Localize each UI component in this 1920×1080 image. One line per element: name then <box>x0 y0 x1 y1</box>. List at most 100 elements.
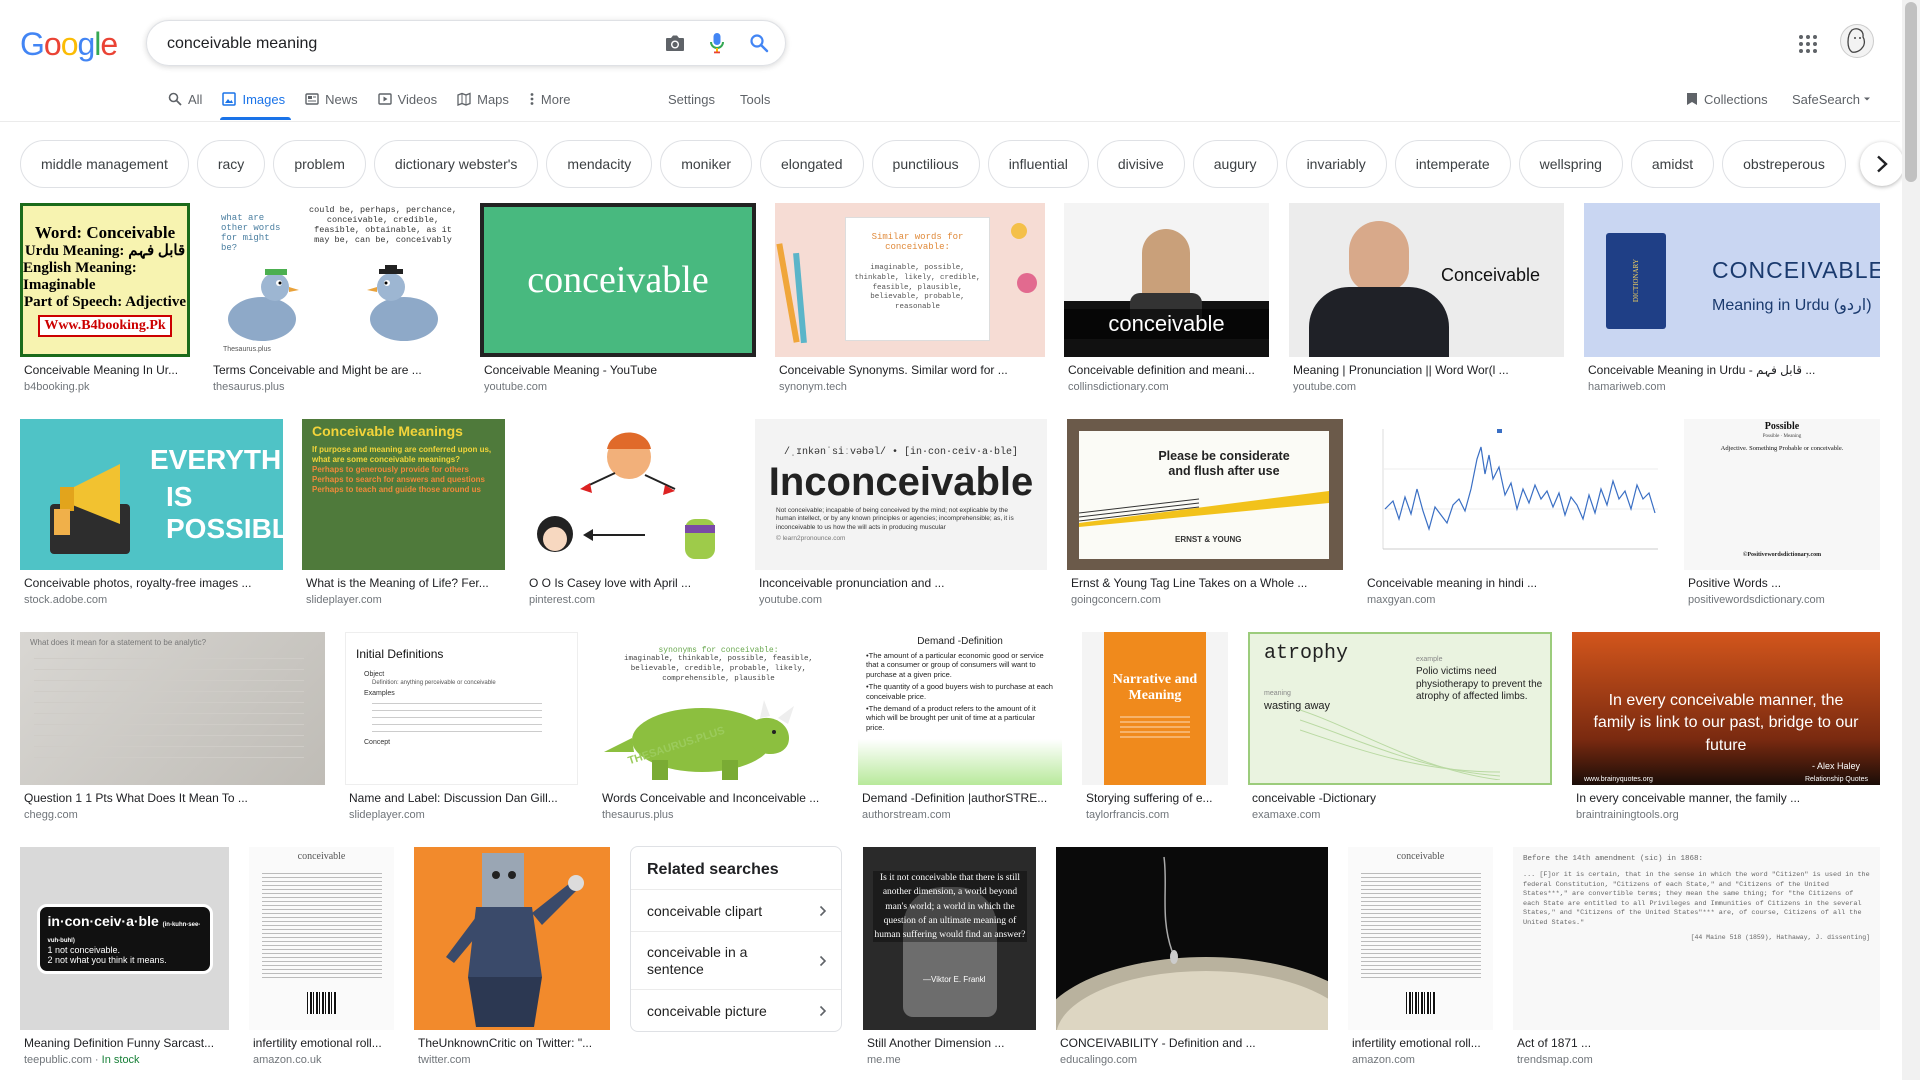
chip[interactable]: elongated <box>760 140 864 188</box>
tab-news[interactable]: News <box>297 88 370 120</box>
image-result[interactable]: what are other words for might be? could… <box>209 203 461 393</box>
result-title: Conceivable meaning in hindi ... <box>1367 576 1538 590</box>
image-result[interactable]: conceivable infertility emotional roll..… <box>1348 847 1493 1066</box>
related-search-item[interactable]: conceivable clipart <box>631 889 841 931</box>
image-result[interactable]: Please be considerate and flush after us… <box>1067 419 1343 606</box>
thumb-text: example <box>1416 656 1443 663</box>
image-result[interactable]: O O Is Casey love with April ... pintere… <box>525 419 736 606</box>
related-chips-row: middle management racy problem dictionar… <box>20 140 1880 188</box>
chip[interactable]: middle management <box>20 140 189 188</box>
related-search-item[interactable]: conceivable picture <box>631 989 841 1031</box>
image-result[interactable]: Before the 14th amendment (sic) in 1868:… <box>1513 847 1880 1066</box>
result-title: What is the Meaning of Life? Fer... <box>306 576 489 590</box>
image-result[interactable]: Conceivable Meaning | Pronunciation || W… <box>1289 203 1564 393</box>
google-logo[interactable]: Google <box>20 26 118 63</box>
chips-next-button[interactable] <box>1860 142 1904 186</box>
chip[interactable]: obstreperous <box>1722 140 1846 188</box>
tab-all[interactable]: All <box>160 88 214 120</box>
tab-more[interactable]: More <box>521 88 583 120</box>
image-result[interactable]: Demand -Definition •The amount of a part… <box>858 632 1062 821</box>
image-result[interactable]: atrophy meaning wasting away example Pol… <box>1248 632 1552 821</box>
thumb-text: CONCEIVABLE <box>1712 257 1880 283</box>
image-result[interactable]: What does it mean for a statement to be … <box>20 632 325 821</box>
chip[interactable]: invariably <box>1285 140 1387 188</box>
chip[interactable]: wellspring <box>1518 140 1623 188</box>
result-source: collinsdictionary.com <box>1068 381 1169 393</box>
thumb-text: meaning <box>1264 690 1291 697</box>
chip[interactable]: augury <box>1192 140 1278 188</box>
thumb-text: English Meaning: Imaginable <box>23 259 137 294</box>
search-input[interactable] <box>167 33 627 55</box>
image-result[interactable]: in·con·ceiv·a·ble (in-kuhn-see-vuh-buhl)… <box>20 847 229 1066</box>
collections-link[interactable]: Collections <box>1686 88 1768 110</box>
chip[interactable]: divisive <box>1096 140 1185 188</box>
image-result[interactable]: conceivable Conceivable definition and m… <box>1064 203 1269 393</box>
image-result[interactable]: /ˌɪnkənˈsiːvəbəl/ • [in·con·ceiv·a·ble] … <box>755 419 1047 606</box>
chevron-right-icon <box>1877 155 1888 173</box>
image-result[interactable]: Similar words for conceivable: imaginabl… <box>775 203 1045 393</box>
result-title: Conceivable Synonyms. Similar word for .… <box>779 363 1008 377</box>
user-avatar[interactable] <box>1840 24 1874 58</box>
image-result[interactable]: Narrative and Meaning Storying suffering… <box>1082 632 1228 821</box>
image-result[interactable]: conceivable infertility emotional roll..… <box>249 847 394 1066</box>
search-icons <box>663 31 771 55</box>
thumb-text: Adjective. Something Probable or conceiv… <box>1720 445 1844 452</box>
image-result[interactable]: TheUnknownCritic on Twitter: "... twitte… <box>414 847 610 1066</box>
chip[interactable]: moniker <box>660 140 753 188</box>
result-thumbnail: conceivable <box>480 203 756 357</box>
image-result[interactable]: Initial Definitions Object Definition: a… <box>345 632 578 821</box>
safesearch-dropdown[interactable]: SafeSearch <box>1792 88 1872 110</box>
related-search-item[interactable]: conceivable in a sentence <box>631 931 841 989</box>
result-source: braintrainingtools.org <box>1576 809 1679 821</box>
settings-link[interactable]: Settings <box>668 88 715 110</box>
chip[interactable]: influential <box>987 140 1089 188</box>
chip[interactable]: racy <box>196 140 266 188</box>
tab-maps[interactable]: Maps <box>449 88 521 120</box>
scrollbar-thumb[interactable] <box>1905 2 1917 182</box>
chip[interactable]: dictionary webster's <box>373 140 539 188</box>
image-result[interactable]: DICTIONARY CONCEIVABLE Meaning in Urdu (… <box>1584 203 1880 393</box>
source-domain: teepublic.com <box>24 1054 92 1066</box>
chip[interactable]: punctilious <box>871 140 980 188</box>
page-scrollbar[interactable] <box>1902 0 1920 1080</box>
result-title: Conceivable Meaning in Urdu - قابل فہم .… <box>1588 363 1816 377</box>
result-source: synonym.tech <box>779 381 847 393</box>
image-result[interactable]: In every conceivable manner, the family … <box>1572 632 1880 821</box>
result-title: Question 1 1 Pts What Does It Mean To ..… <box>24 791 248 805</box>
chip[interactable]: mendacity <box>546 140 653 188</box>
image-result[interactable]: Is it not conceivable that there is stil… <box>863 847 1036 1066</box>
thumb-text: © learn2pronounce.com <box>776 534 846 542</box>
related-search-label: conceivable in a sentence <box>647 944 748 977</box>
result-title: Conceivable Meaning In Ur... <box>24 363 179 377</box>
image-result[interactable]: EVERYTHING IS POSSIBLE Conceivable photo… <box>20 419 283 606</box>
image-result[interactable]: Word: Conceivable Urdu Meaning: قابل فہم… <box>20 203 190 393</box>
image-result[interactable]: Possible Possible · Meaning Adjective. S… <box>1684 419 1880 606</box>
chip[interactable]: intemperate <box>1394 140 1511 188</box>
cover-lines <box>1120 716 1190 741</box>
camera-icon[interactable] <box>663 31 687 55</box>
result-thumbnail: Before the 14th amendment (sic) in 1868:… <box>1513 847 1880 1030</box>
image-result[interactable]: synonyms for conceivable: imaginable, th… <box>598 632 839 821</box>
search-icon[interactable] <box>747 31 771 55</box>
tab-images[interactable]: Images <box>214 88 297 120</box>
chip[interactable]: amidst <box>1630 140 1715 188</box>
thumb-text: [44 Maine 518 (1859), Hathaway, J. disse… <box>1690 934 1870 942</box>
result-source: thesaurus.plus <box>602 809 674 821</box>
result-thumbnail: EVERYTHING IS POSSIBLE <box>20 419 283 570</box>
image-result[interactable]: conceivable Conceivable Meaning - YouTub… <box>480 203 756 393</box>
tools-link[interactable]: Tools <box>740 88 770 110</box>
apps-grid-icon[interactable] <box>1796 32 1820 56</box>
thumb-text: www.brainyquotes.org <box>1584 776 1653 783</box>
chevron-down-icon <box>1863 97 1870 101</box>
result-source: amazon.com <box>1352 1054 1415 1066</box>
chip[interactable]: problem <box>273 140 366 188</box>
image-result[interactable]: Conceivable Meanings If purpose and mean… <box>302 419 505 606</box>
decoration <box>1011 223 1027 239</box>
image-result[interactable]: CONCEIVABILITY - Definition and ... educ… <box>1056 847 1328 1066</box>
result-title: CONCEIVABILITY - Definition and ... <box>1060 1036 1256 1050</box>
tab-videos[interactable]: Videos <box>370 88 450 120</box>
microphone-icon[interactable] <box>705 31 729 55</box>
image-result[interactable]: Conceivable meaning in hindi ... maxgyan… <box>1363 419 1664 606</box>
result-source: slideplayer.com <box>349 809 425 821</box>
result-source: authorstream.com <box>862 809 951 821</box>
